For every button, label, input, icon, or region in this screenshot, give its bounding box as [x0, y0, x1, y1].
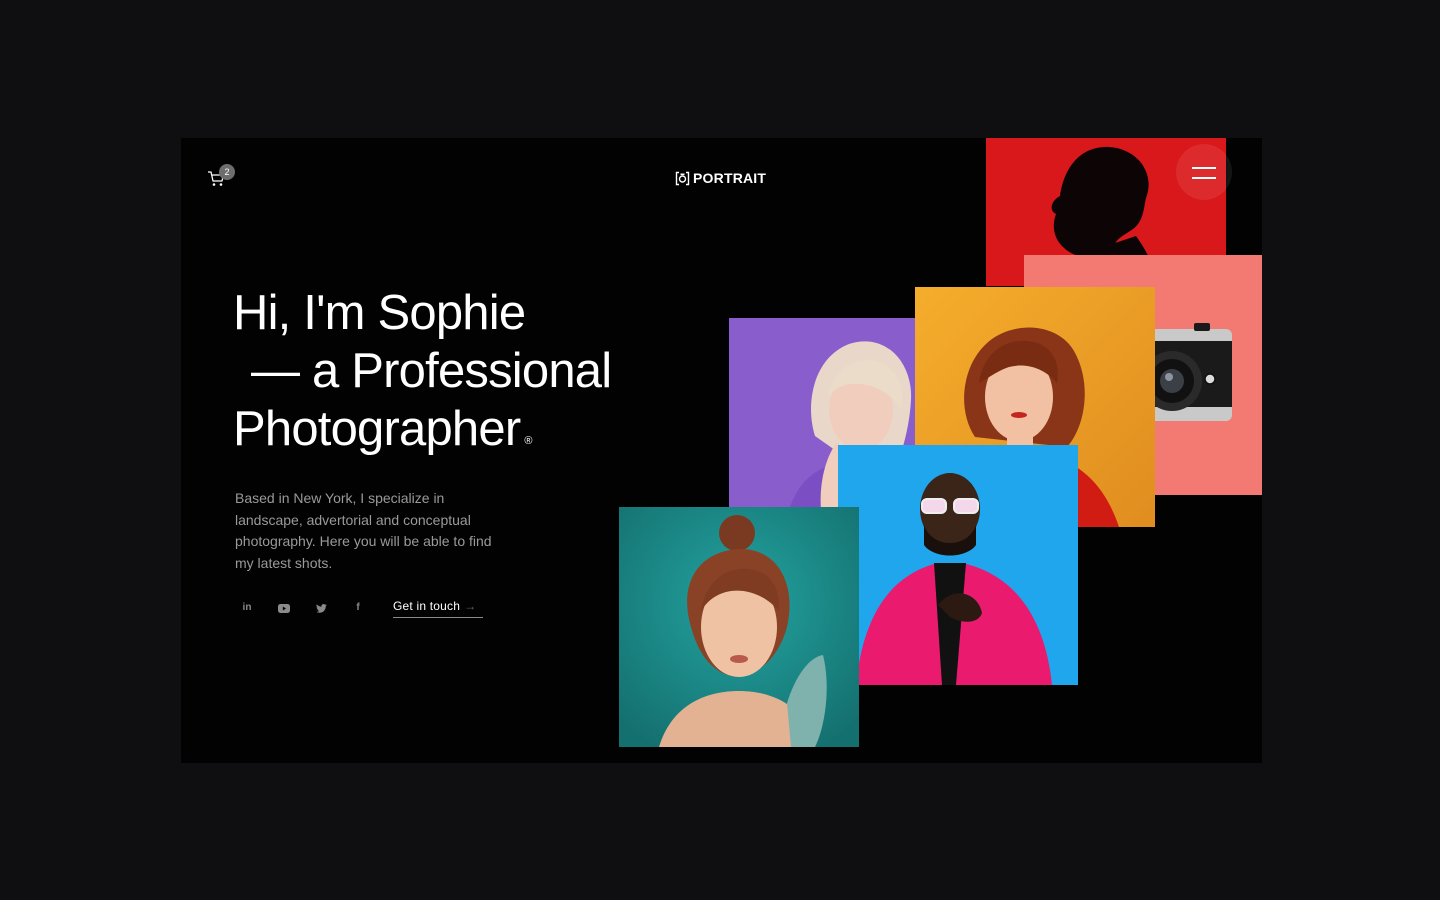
- twitter-icon[interactable]: [312, 601, 330, 615]
- logo-text: PORTRAIT: [693, 170, 767, 186]
- get-in-touch-link[interactable]: Get in touch →: [393, 599, 483, 618]
- arrow-right-icon: →: [464, 599, 477, 613]
- menu-button[interactable]: [1176, 144, 1232, 200]
- get-in-touch-label: Get in touch: [393, 599, 461, 613]
- linkedin-icon[interactable]: in: [238, 601, 256, 615]
- hamburger-icon-line: [1192, 167, 1216, 169]
- logo[interactable]: PORTRAIT: [675, 168, 766, 188]
- hero-title-line-1: Hi, I'm Sophie: [233, 286, 526, 340]
- facebook-icon[interactable]: f: [349, 601, 367, 615]
- camera-bracket-icon: [675, 171, 690, 186]
- hero-description: Based in New York, I specialize in lands…: [235, 490, 492, 571]
- youtube-icon[interactable]: [275, 601, 293, 615]
- registered-mark: ®: [524, 435, 532, 447]
- hero-title-line-2: — a Professional: [251, 344, 612, 398]
- hamburger-icon-line: [1192, 177, 1216, 179]
- photo-teal-woman[interactable]: [619, 507, 859, 747]
- hero-title: Hi, I'm Sophie — a Professional Photogra…: [233, 284, 673, 458]
- hero-section: 2 PORTRAIT Hi, I'm Sophie — a Profession…: [181, 138, 1262, 763]
- cart-count-badge: 2: [219, 164, 235, 180]
- hero-title-line-3: Photographer: [233, 402, 521, 456]
- photo-blue-man[interactable]: [838, 445, 1078, 685]
